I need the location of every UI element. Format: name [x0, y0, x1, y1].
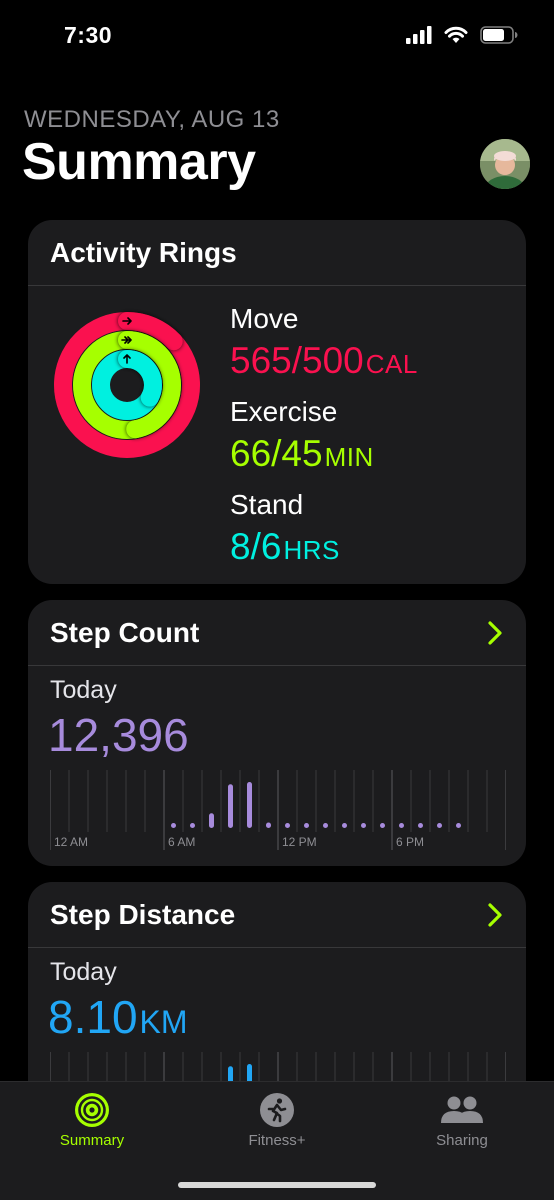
avatar[interactable] [480, 139, 530, 189]
activity-rings-title: Activity Rings [50, 236, 237, 268]
step-count-title: Step Count [50, 616, 200, 648]
exercise-value-number: 66/45 [230, 433, 323, 474]
activity-rings-header: Activity Rings [28, 220, 526, 286]
chart-tick-label: 6 AM [168, 835, 195, 849]
chevron-right-icon[interactable] [486, 902, 504, 928]
move-unit: CAL [365, 349, 418, 379]
exercise-unit: MIN [324, 442, 374, 472]
chart-bar [323, 823, 328, 828]
battery-icon [480, 26, 518, 44]
tab-fitness-plus-label: Fitness+ [248, 1132, 306, 1149]
exercise-value: 66/45MIN [230, 429, 418, 482]
move-value-number: 565/500 [230, 340, 364, 381]
step-distance-unit: KM [139, 1004, 188, 1040]
move-ring-end-cap [164, 332, 183, 351]
chart-tick-label: 6 PM [396, 835, 424, 849]
chart-bar [266, 822, 271, 828]
step-count-value: 12,396 [48, 709, 189, 761]
tab-summary[interactable]: Summary [22, 1092, 162, 1149]
step-distance-card[interactable]: Step Distance Today 8.10KM [28, 882, 526, 1112]
step-count-chart: 12 AM 6 AM 12 PM 6 PM [50, 770, 506, 850]
chart-bar [228, 784, 233, 828]
stand-ring [92, 350, 162, 420]
chart-bar [456, 823, 461, 828]
tab-fitness-plus[interactable]: Fitness+ [207, 1092, 347, 1149]
stand-label: Stand [230, 489, 304, 520]
exercise-ring-end-cap [126, 420, 145, 439]
tab-sharing[interactable]: Sharing [392, 1092, 532, 1149]
chart-bar [209, 813, 214, 828]
activity-rings-icon [75, 1093, 109, 1127]
stand-unit: HRS [283, 535, 340, 565]
step-distance-number: 8.10 [48, 991, 138, 1043]
step-count-period: Today [50, 676, 117, 704]
wifi-icon [444, 26, 468, 43]
chart-bar [285, 823, 290, 828]
chart-tick-label: 12 AM [54, 835, 88, 849]
chart-bar [247, 782, 252, 828]
avatar-photo [480, 139, 530, 189]
stand-value-number: 8/6 [230, 526, 282, 567]
page-title: Summary [22, 133, 256, 191]
chevron-right-icon[interactable] [486, 620, 504, 646]
chart-bar [304, 823, 309, 828]
stand-ring-end-cap [140, 388, 159, 407]
exercise-label: Exercise [230, 396, 338, 427]
chart-bar [190, 823, 195, 828]
chart-tick-label: 12 PM [282, 835, 317, 849]
chart-bar [380, 823, 385, 828]
stand-value: 8/6HRS [230, 522, 418, 575]
runner-icon [260, 1093, 294, 1127]
step-distance-value: 8.10KM [48, 990, 188, 1044]
status-time: 7:30 [64, 22, 113, 48]
chart-bar [437, 823, 442, 828]
move-label: Move [230, 303, 299, 334]
cellular-signal-icon [406, 26, 432, 44]
tab-sharing-label: Sharing [436, 1132, 488, 1149]
status-bar: 7:30 [0, 0, 554, 80]
step-distance-header: Step Distance [28, 882, 526, 948]
chart-bar [399, 823, 404, 828]
home-indicator [178, 1182, 376, 1188]
activity-rings-card[interactable]: Activity Rings Move 565/500CAL Exercise … [28, 220, 526, 584]
chart-bar [361, 823, 366, 828]
move-value: 565/500CAL [230, 336, 418, 389]
step-count-header: Step Count [28, 600, 526, 666]
date-label: WEDNESDAY, AUG 13 [24, 106, 280, 133]
chart-bar [418, 823, 423, 828]
chart-bar [342, 823, 347, 828]
chart-bar [171, 823, 176, 828]
activity-rings-graphic [54, 312, 200, 458]
status-icons [406, 26, 518, 44]
ring-stats: Move 565/500CAL Exercise 66/45MIN Stand … [230, 302, 418, 581]
battery-fill [483, 29, 504, 41]
step-distance-period: Today [50, 958, 117, 986]
tab-summary-label: Summary [59, 1132, 125, 1149]
step-count-card[interactable]: Step Count Today 12,396 12 AM 6 AM 12 PM 6 … [28, 600, 526, 866]
people-icon [441, 1096, 483, 1123]
step-distance-title: Step Distance [50, 898, 236, 930]
